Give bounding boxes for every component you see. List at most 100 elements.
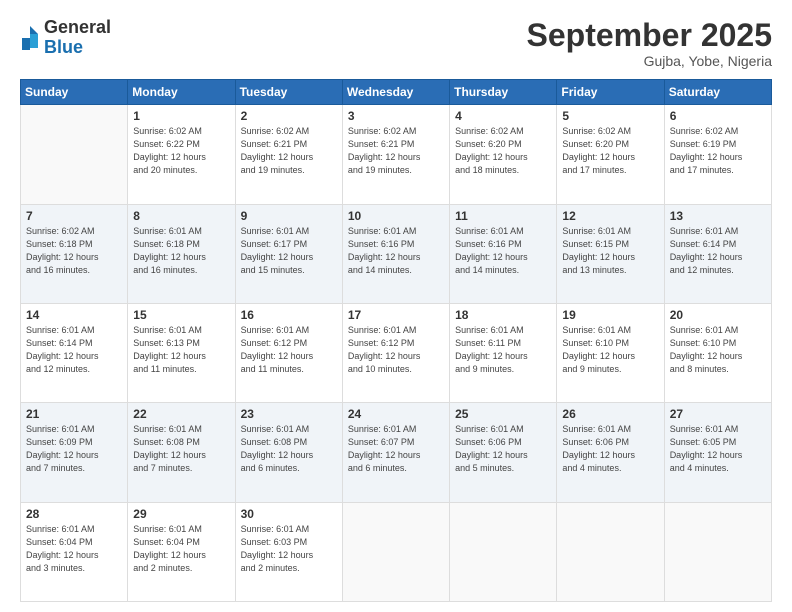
table-row: 25 Sunrise: 6:01 AM Sunset: 6:06 PM Dayli…	[450, 403, 557, 502]
table-row: 8 Sunrise: 6:01 AM Sunset: 6:18 PM Daylig…	[128, 204, 235, 303]
day-number: 13	[670, 209, 766, 223]
calendar-table: Sunday Monday Tuesday Wednesday Thursday…	[20, 79, 772, 602]
day-info: Sunrise: 6:01 AM Sunset: 6:14 PM Dayligh…	[26, 324, 122, 376]
day-info: Sunrise: 6:01 AM Sunset: 6:07 PM Dayligh…	[348, 423, 444, 475]
table-row: 16 Sunrise: 6:01 AM Sunset: 6:12 PM Dayli…	[235, 303, 342, 402]
calendar-week-row: 1 Sunrise: 6:02 AM Sunset: 6:22 PM Daylig…	[21, 105, 772, 204]
header-thursday: Thursday	[450, 80, 557, 105]
day-number: 8	[133, 209, 229, 223]
logo-text: General Blue	[44, 18, 111, 58]
logo-icon	[20, 24, 40, 52]
day-number: 3	[348, 109, 444, 123]
day-info: Sunrise: 6:01 AM Sunset: 6:04 PM Dayligh…	[133, 523, 229, 575]
table-row: 14 Sunrise: 6:01 AM Sunset: 6:14 PM Dayli…	[21, 303, 128, 402]
day-info: Sunrise: 6:01 AM Sunset: 6:08 PM Dayligh…	[241, 423, 337, 475]
table-row	[342, 502, 449, 601]
day-info: Sunrise: 6:01 AM Sunset: 6:06 PM Dayligh…	[455, 423, 551, 475]
table-row: 24 Sunrise: 6:01 AM Sunset: 6:07 PM Dayli…	[342, 403, 449, 502]
calendar-week-row: 21 Sunrise: 6:01 AM Sunset: 6:09 PM Dayli…	[21, 403, 772, 502]
day-info: Sunrise: 6:01 AM Sunset: 6:10 PM Dayligh…	[562, 324, 658, 376]
day-info: Sunrise: 6:01 AM Sunset: 6:12 PM Dayligh…	[241, 324, 337, 376]
day-number: 23	[241, 407, 337, 421]
day-number: 7	[26, 209, 122, 223]
table-row: 9 Sunrise: 6:01 AM Sunset: 6:17 PM Daylig…	[235, 204, 342, 303]
table-row: 2 Sunrise: 6:02 AM Sunset: 6:21 PM Daylig…	[235, 105, 342, 204]
day-info: Sunrise: 6:01 AM Sunset: 6:18 PM Dayligh…	[133, 225, 229, 277]
table-row: 11 Sunrise: 6:01 AM Sunset: 6:16 PM Dayli…	[450, 204, 557, 303]
table-row: 20Sunrise: 6:01 AM Sunset: 6:10 PM Dayli…	[664, 303, 771, 402]
table-row: 18 Sunrise: 6:01 AM Sunset: 6:11 PM Dayli…	[450, 303, 557, 402]
day-number: 12	[562, 209, 658, 223]
table-row: 15 Sunrise: 6:01 AM Sunset: 6:13 PM Dayli…	[128, 303, 235, 402]
day-number: 27	[670, 407, 766, 421]
table-row: 4 Sunrise: 6:02 AM Sunset: 6:20 PM Daylig…	[450, 105, 557, 204]
table-row: 6Sunrise: 6:02 AM Sunset: 6:19 PM Daylig…	[664, 105, 771, 204]
calendar-week-row: 14 Sunrise: 6:01 AM Sunset: 6:14 PM Dayli…	[21, 303, 772, 402]
day-info: Sunrise: 6:01 AM Sunset: 6:03 PM Dayligh…	[241, 523, 337, 575]
header-sunday: Sunday	[21, 80, 128, 105]
day-info: Sunrise: 6:01 AM Sunset: 6:11 PM Dayligh…	[455, 324, 551, 376]
month-title: September 2025	[527, 18, 772, 53]
table-row: 30Sunrise: 6:01 AM Sunset: 6:03 PM Dayli…	[235, 502, 342, 601]
title-block: September 2025 Gujba, Yobe, Nigeria	[527, 18, 772, 69]
table-row: 10 Sunrise: 6:01 AM Sunset: 6:16 PM Dayli…	[342, 204, 449, 303]
day-number: 15	[133, 308, 229, 322]
day-info: Sunrise: 6:01 AM Sunset: 6:17 PM Dayligh…	[241, 225, 337, 277]
header-saturday: Saturday	[664, 80, 771, 105]
day-info: Sunrise: 6:01 AM Sunset: 6:16 PM Dayligh…	[348, 225, 444, 277]
day-info: Sunrise: 6:01 AM Sunset: 6:15 PM Dayligh…	[562, 225, 658, 277]
table-row: 19 Sunrise: 6:01 AM Sunset: 6:10 PM Dayli…	[557, 303, 664, 402]
day-info: Sunrise: 6:01 AM Sunset: 6:08 PM Dayligh…	[133, 423, 229, 475]
table-row	[450, 502, 557, 601]
day-info: Sunrise: 6:02 AM Sunset: 6:22 PM Dayligh…	[133, 125, 229, 177]
day-number: 24	[348, 407, 444, 421]
table-row: 22 Sunrise: 6:01 AM Sunset: 6:08 PM Dayli…	[128, 403, 235, 502]
day-number: 14	[26, 308, 122, 322]
calendar-week-row: 28 Sunrise: 6:01 AM Sunset: 6:04 PM Dayli…	[21, 502, 772, 601]
header-tuesday: Tuesday	[235, 80, 342, 105]
day-number: 29	[133, 507, 229, 521]
day-number: 28	[26, 507, 122, 521]
day-info: Sunrise: 6:01 AM Sunset: 6:12 PM Dayligh…	[348, 324, 444, 376]
table-row: 23 Sunrise: 6:01 AM Sunset: 6:08 PM Dayli…	[235, 403, 342, 502]
table-row: 12 Sunrise: 6:01 AM Sunset: 6:15 PM Dayli…	[557, 204, 664, 303]
day-info: Sunrise: 6:01 AM Sunset: 6:09 PM Dayligh…	[26, 423, 122, 475]
table-row: 3 Sunrise: 6:02 AM Sunset: 6:21 PM Daylig…	[342, 105, 449, 204]
table-row: 13Sunrise: 6:01 AM Sunset: 6:14 PM Dayli…	[664, 204, 771, 303]
day-number: 9	[241, 209, 337, 223]
day-info: Sunrise: 6:02 AM Sunset: 6:18 PM Dayligh…	[26, 225, 122, 277]
day-number: 5	[562, 109, 658, 123]
day-number: 4	[455, 109, 551, 123]
day-number: 22	[133, 407, 229, 421]
day-info: Sunrise: 6:01 AM Sunset: 6:13 PM Dayligh…	[133, 324, 229, 376]
day-info: Sunrise: 6:02 AM Sunset: 6:20 PM Dayligh…	[455, 125, 551, 177]
day-info: Sunrise: 6:02 AM Sunset: 6:21 PM Dayligh…	[241, 125, 337, 177]
day-number: 16	[241, 308, 337, 322]
day-info: Sunrise: 6:01 AM Sunset: 6:16 PM Dayligh…	[455, 225, 551, 277]
day-number: 25	[455, 407, 551, 421]
day-number: 2	[241, 109, 337, 123]
day-number: 18	[455, 308, 551, 322]
day-number: 1	[133, 109, 229, 123]
day-number: 19	[562, 308, 658, 322]
day-info: Sunrise: 6:02 AM Sunset: 6:20 PM Dayligh…	[562, 125, 658, 177]
day-number: 11	[455, 209, 551, 223]
table-row: 26 Sunrise: 6:01 AM Sunset: 6:06 PM Dayli…	[557, 403, 664, 502]
day-info: Sunrise: 6:01 AM Sunset: 6:06 PM Dayligh…	[562, 423, 658, 475]
table-row: 5 Sunrise: 6:02 AM Sunset: 6:20 PM Daylig…	[557, 105, 664, 204]
table-row: 28 Sunrise: 6:01 AM Sunset: 6:04 PM Dayli…	[21, 502, 128, 601]
day-number: 26	[562, 407, 658, 421]
logo-blue: Blue	[44, 38, 111, 58]
location: Gujba, Yobe, Nigeria	[527, 53, 772, 69]
table-row: 21 Sunrise: 6:01 AM Sunset: 6:09 PM Dayli…	[21, 403, 128, 502]
day-number: 10	[348, 209, 444, 223]
day-info: Sunrise: 6:02 AM Sunset: 6:21 PM Dayligh…	[348, 125, 444, 177]
table-row	[557, 502, 664, 601]
table-row: 7 Sunrise: 6:02 AM Sunset: 6:18 PM Daylig…	[21, 204, 128, 303]
day-info: Sunrise: 6:01 AM Sunset: 6:04 PM Dayligh…	[26, 523, 122, 575]
calendar-week-row: 7 Sunrise: 6:02 AM Sunset: 6:18 PM Daylig…	[21, 204, 772, 303]
day-number: 17	[348, 308, 444, 322]
header-friday: Friday	[557, 80, 664, 105]
day-number: 21	[26, 407, 122, 421]
header: General Blue September 2025 Gujba, Yobe,…	[20, 18, 772, 69]
